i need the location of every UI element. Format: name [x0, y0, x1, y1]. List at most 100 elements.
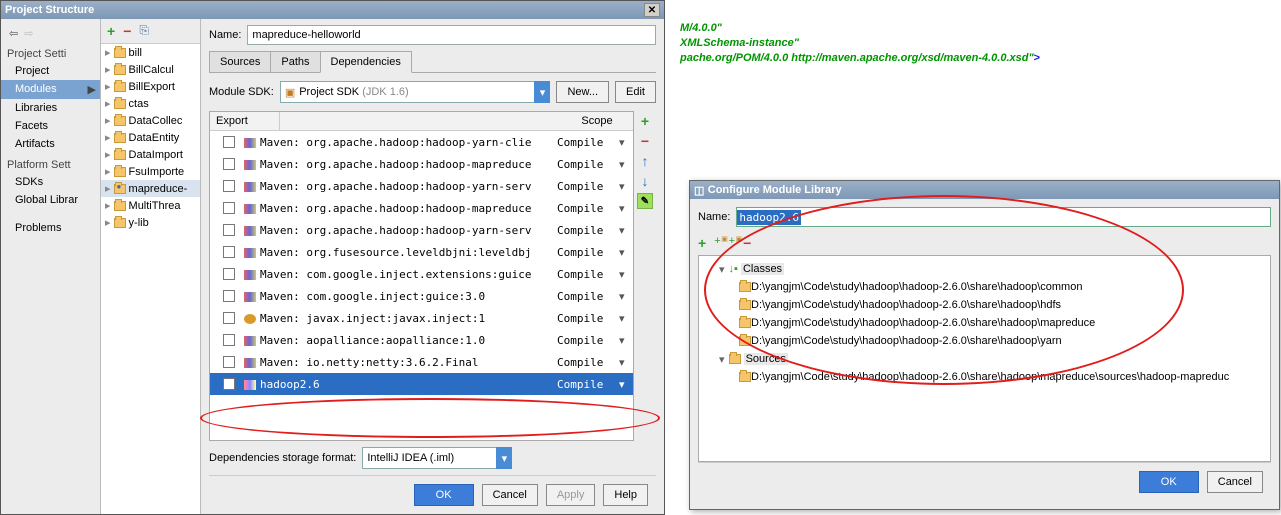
- dependency-row[interactable]: hadoop2.6Compile▾: [210, 373, 633, 395]
- module-item[interactable]: ▸DataCollec: [101, 112, 200, 129]
- close-icon[interactable]: ✕: [644, 3, 660, 17]
- apply-button[interactable]: Apply: [546, 484, 596, 506]
- scope-dropdown-icon[interactable]: ▾: [619, 378, 633, 391]
- export-checkbox[interactable]: [223, 378, 235, 390]
- export-checkbox[interactable]: [223, 202, 235, 214]
- module-item[interactable]: ▸MultiThrea: [101, 197, 200, 214]
- storage-combo[interactable]: IntelliJ IDEA (.iml) ▾: [362, 447, 512, 469]
- scope-dropdown-icon[interactable]: ▾: [619, 268, 633, 281]
- export-checkbox[interactable]: [223, 268, 235, 280]
- dependency-row[interactable]: Maven: io.netty:netty:3.6.2.FinalCompile…: [210, 351, 633, 373]
- copy-icon[interactable]: ⎘: [139, 23, 149, 39]
- scope-dropdown-icon[interactable]: ▾: [619, 136, 633, 149]
- dep-add-icon[interactable]: +: [637, 113, 653, 129]
- dependency-row[interactable]: Maven: org.apache.hadoop:hadoop-yarn-ser…: [210, 219, 633, 241]
- tree-path-item[interactable]: D:\yangjm\Code\study\hadoop\hadoop-2.6.0…: [703, 296, 1266, 314]
- scope-dropdown-icon[interactable]: ▾: [619, 290, 633, 303]
- titlebar[interactable]: Project Structure ✕: [1, 1, 664, 19]
- module-item[interactable]: ▸BillExport: [101, 78, 200, 95]
- tab-paths[interactable]: Paths: [270, 51, 320, 72]
- tree-path-item[interactable]: D:\yangjm\Code\study\hadoop\hadoop-2.6.0…: [703, 332, 1266, 350]
- scope-dropdown-icon[interactable]: ▾: [619, 356, 633, 369]
- export-checkbox[interactable]: [223, 158, 235, 170]
- dependency-row[interactable]: Maven: com.google.inject.extensions:guic…: [210, 263, 633, 285]
- export-checkbox[interactable]: [223, 334, 235, 346]
- module-item[interactable]: ▸y-lib: [101, 214, 200, 231]
- folder-icon: [739, 372, 751, 382]
- dependencies-table[interactable]: Export Scope Maven: org.apache.hadoop:ha…: [209, 111, 634, 441]
- module-item[interactable]: ▸BillCalcul: [101, 61, 200, 78]
- add-icon[interactable]: +: [107, 23, 115, 39]
- add-dir-icon[interactable]: +▣: [714, 235, 720, 251]
- sidebar-item-sdks[interactable]: SDKs: [1, 173, 100, 191]
- dep-remove-icon[interactable]: −: [637, 133, 653, 149]
- remove-icon[interactable]: −: [743, 235, 751, 251]
- tab-sources[interactable]: Sources: [209, 51, 271, 72]
- move-up-icon[interactable]: ↑: [637, 153, 653, 169]
- dropdown-icon: ▾: [496, 447, 512, 469]
- folder-icon: [739, 318, 751, 328]
- dependency-row[interactable]: Maven: org.fusesource.leveldbjni:leveldb…: [210, 241, 633, 263]
- add-lib-icon[interactable]: +▣: [729, 235, 735, 251]
- help-button[interactable]: Help: [603, 484, 648, 506]
- add-icon[interactable]: +: [698, 235, 706, 251]
- export-checkbox[interactable]: [223, 290, 235, 302]
- titlebar[interactable]: ◫ Configure Module Library: [690, 181, 1279, 199]
- export-checkbox[interactable]: [223, 224, 235, 236]
- dependency-row[interactable]: Maven: aopalliance:aopalliance:1.0Compil…: [210, 329, 633, 351]
- scope-dropdown-icon[interactable]: ▾: [619, 158, 633, 171]
- tree-path-item[interactable]: D:\yangjm\Code\study\hadoop\hadoop-2.6.0…: [703, 278, 1266, 296]
- dependency-row[interactable]: Maven: javax.inject:javax.inject:1Compil…: [210, 307, 633, 329]
- back-icon[interactable]: ⇦: [9, 27, 18, 40]
- tree-path-item[interactable]: D:\yangjm\Code\study\hadoop\hadoop-2.6.0…: [703, 368, 1266, 386]
- sidebar-item-modules[interactable]: Modules▶: [1, 80, 100, 99]
- module-item[interactable]: ▸DataEntity: [101, 129, 200, 146]
- tree-path-item[interactable]: D:\yangjm\Code\study\hadoop\hadoop-2.6.0…: [703, 314, 1266, 332]
- module-name-input[interactable]: [247, 25, 656, 45]
- sources-icon: [729, 354, 741, 364]
- scope-dropdown-icon[interactable]: ▾: [619, 312, 633, 325]
- export-checkbox[interactable]: [223, 136, 235, 148]
- collapse-icon[interactable]: ▾: [719, 263, 725, 276]
- export-checkbox[interactable]: [223, 312, 235, 324]
- export-checkbox[interactable]: [223, 356, 235, 368]
- scope-dropdown-icon[interactable]: ▾: [619, 224, 633, 237]
- scope-dropdown-icon[interactable]: ▾: [619, 202, 633, 215]
- sidebar-item-global-librar[interactable]: Global Librar: [1, 191, 100, 209]
- ok-button[interactable]: OK: [1139, 471, 1199, 493]
- library-name-input[interactable]: hadoop2.6: [736, 207, 1271, 227]
- ok-button[interactable]: OK: [414, 484, 474, 506]
- tab-dependencies[interactable]: Dependencies: [320, 51, 412, 73]
- move-down-icon[interactable]: ↓: [637, 173, 653, 189]
- export-checkbox[interactable]: [223, 246, 235, 258]
- sidebar-item-artifacts[interactable]: Artifacts: [1, 135, 100, 153]
- sidebar-item-libraries[interactable]: Libraries: [1, 99, 100, 117]
- scope-dropdown-icon[interactable]: ▾: [619, 180, 633, 193]
- new-button[interactable]: New...: [556, 81, 609, 103]
- module-item[interactable]: ▸FsuImporte: [101, 163, 200, 180]
- cancel-button[interactable]: Cancel: [482, 484, 538, 506]
- collapse-icon[interactable]: ▾: [719, 353, 725, 366]
- edit-button[interactable]: Edit: [615, 81, 656, 103]
- sdk-combo[interactable]: ▣ Project SDK (JDK 1.6) ▾: [280, 81, 551, 103]
- dependency-row[interactable]: Maven: org.apache.hadoop:hadoop-yarn-cli…: [210, 131, 633, 153]
- dependency-row[interactable]: Maven: com.google.inject:guice:3.0Compil…: [210, 285, 633, 307]
- sidebar-item-problems[interactable]: Problems: [1, 219, 100, 237]
- cancel-button[interactable]: Cancel: [1207, 471, 1263, 493]
- library-tree[interactable]: ▾↓▪Classes D:\yangjm\Code\study\hadoop\h…: [698, 255, 1271, 462]
- module-item[interactable]: ▸ctas: [101, 95, 200, 112]
- export-checkbox[interactable]: [223, 180, 235, 192]
- dependency-row[interactable]: Maven: org.apache.hadoop:hadoop-mapreduc…: [210, 197, 633, 219]
- dependency-row[interactable]: Maven: org.apache.hadoop:hadoop-mapreduc…: [210, 153, 633, 175]
- sidebar-item-project[interactable]: Project: [1, 62, 100, 80]
- forward-icon[interactable]: ⇨: [24, 27, 33, 40]
- remove-icon[interactable]: −: [123, 23, 131, 39]
- module-item[interactable]: ▸mapreduce-: [101, 180, 200, 197]
- module-item[interactable]: ▸bill: [101, 44, 200, 61]
- sidebar-item-facets[interactable]: Facets: [1, 117, 100, 135]
- edit-dep-icon[interactable]: ✎: [637, 193, 653, 209]
- module-item[interactable]: ▸DataImport: [101, 146, 200, 163]
- scope-dropdown-icon[interactable]: ▾: [619, 246, 633, 259]
- scope-dropdown-icon[interactable]: ▾: [619, 334, 633, 347]
- dependency-row[interactable]: Maven: org.apache.hadoop:hadoop-yarn-ser…: [210, 175, 633, 197]
